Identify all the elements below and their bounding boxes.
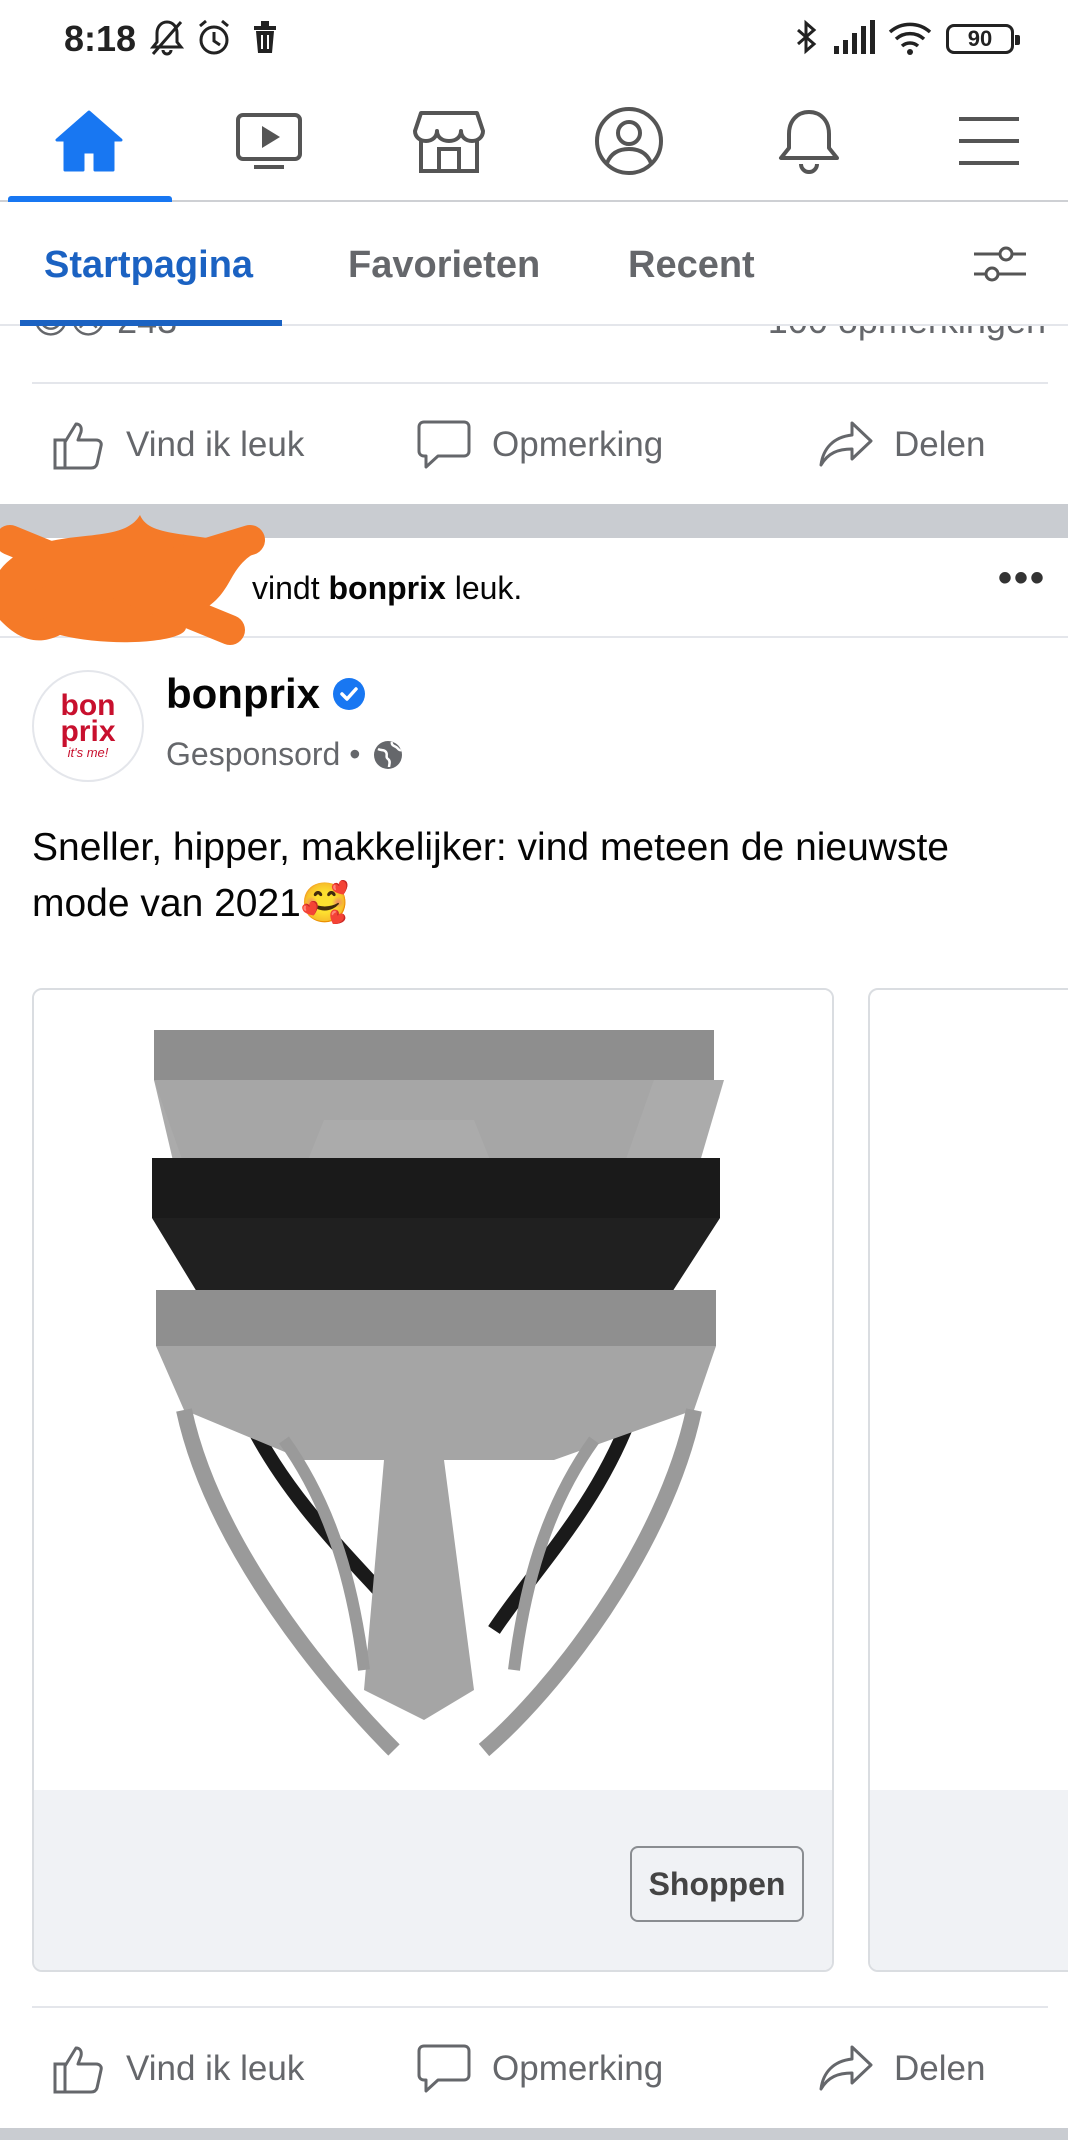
video-icon (236, 113, 302, 169)
feed-tabs: Startpagina Favorieten Recent (0, 204, 1068, 326)
feed-separator (0, 2128, 1068, 2140)
comment-icon (417, 2044, 471, 2093)
marketplace-tab[interactable] (404, 96, 494, 186)
product-image (34, 990, 832, 1794)
social-context-text: vindt bonprix leuk. (252, 570, 523, 606)
divider (32, 382, 1048, 384)
status-bar: 8:18 90 (0, 0, 1068, 78)
profile-tab[interactable] (584, 96, 674, 186)
signal-icon (832, 18, 876, 63)
wifi-icon (886, 18, 934, 63)
verified-badge-icon (333, 678, 365, 710)
post-text: Sneller, hipper, makkelijker: vind metee… (32, 826, 949, 925)
page-avatar[interactable]: bon prix it's me! (32, 670, 144, 782)
profile-icon (595, 107, 663, 175)
like-button[interactable]: Vind ik leuk (52, 390, 304, 500)
share-icon (819, 421, 873, 467)
home-tab[interactable] (44, 96, 134, 186)
logo-tagline: it's me! (67, 744, 109, 760)
notifications-tab[interactable] (764, 96, 854, 186)
reaction-count: 243 (117, 326, 177, 341)
sponsored-label: Gesponsord • (166, 736, 404, 773)
more-options-button[interactable]: ••• (998, 556, 1046, 601)
menu-icon (959, 117, 1019, 165)
comment-label: Opmerking (492, 425, 664, 464)
battery-indicator: 90 (946, 24, 1020, 54)
trash-icon (250, 18, 280, 63)
home-icon (55, 110, 123, 172)
social-context-page-link[interactable]: bonprix (328, 570, 445, 606)
tab-favorieten[interactable]: Favorieten (348, 244, 540, 287)
reaction-emoji-icon: 😍😥 (32, 326, 107, 341)
share-icon (819, 2045, 873, 2091)
like-label: Vind ik leuk (126, 425, 305, 464)
like-icon (53, 422, 103, 470)
tab-recent[interactable]: Recent (628, 244, 755, 287)
comment-count[interactable]: 100 opmerkingen (768, 326, 1046, 342)
logo-text-prix: prix (60, 714, 116, 748)
like-icon (53, 2046, 103, 2094)
share-button[interactable]: Delen (818, 390, 985, 500)
shop-button[interactable]: Shoppen (630, 1846, 804, 1922)
comment-icon (417, 420, 471, 469)
sponsored-text: Gesponsord • (166, 736, 361, 772)
divider (32, 2006, 1048, 2008)
status-time: 8:18 (64, 18, 137, 59)
carousel-card-next[interactable] (868, 988, 1068, 1972)
tab-startpagina[interactable]: Startpagina (44, 244, 253, 287)
reaction-summary[interactable]: 😍😥 243 (32, 326, 177, 342)
active-tab-indicator (8, 196, 172, 202)
marketplace-icon (413, 111, 485, 173)
video-tab[interactable] (224, 96, 314, 186)
card-footer: Shoppen (34, 1790, 832, 1970)
previous-post-actions: Vind ik leuk Opmerking Delen (0, 390, 1068, 500)
share-label: Delen (894, 425, 986, 464)
like-button[interactable]: Vind ik leuk (52, 2014, 304, 2124)
page-name[interactable]: bonprix (166, 670, 366, 718)
top-nav-bar (0, 78, 1068, 202)
bluetooth-icon (794, 18, 818, 63)
card-footer (870, 1790, 1068, 1970)
comment-button[interactable]: Opmerking (416, 390, 663, 500)
menu-tab[interactable] (944, 96, 1034, 186)
feed-filter-icon[interactable] (972, 242, 1028, 291)
redacted-name-scribble (0, 515, 265, 645)
mute-icon (149, 18, 185, 63)
previous-post-stats: 😍😥 243 100 opmerkingen (0, 326, 1068, 382)
like-label: Vind ik leuk (126, 2049, 305, 2088)
comment-label: Opmerking (492, 2049, 664, 2088)
comment-button[interactable]: Opmerking (416, 2014, 663, 2124)
carousel-card[interactable]: Shoppen (32, 988, 834, 1972)
post-actions: Vind ik leuk Opmerking Delen (0, 2014, 1068, 2124)
globe-icon (374, 740, 403, 769)
alarm-icon (196, 18, 232, 63)
notifications-icon (779, 110, 839, 174)
social-context-bar: vindt bonprix leuk. ••• (0, 515, 1068, 645)
share-label: Delen (894, 2049, 986, 2088)
page-name-text: bonprix (166, 670, 320, 717)
share-button[interactable]: Delen (818, 2014, 985, 2124)
